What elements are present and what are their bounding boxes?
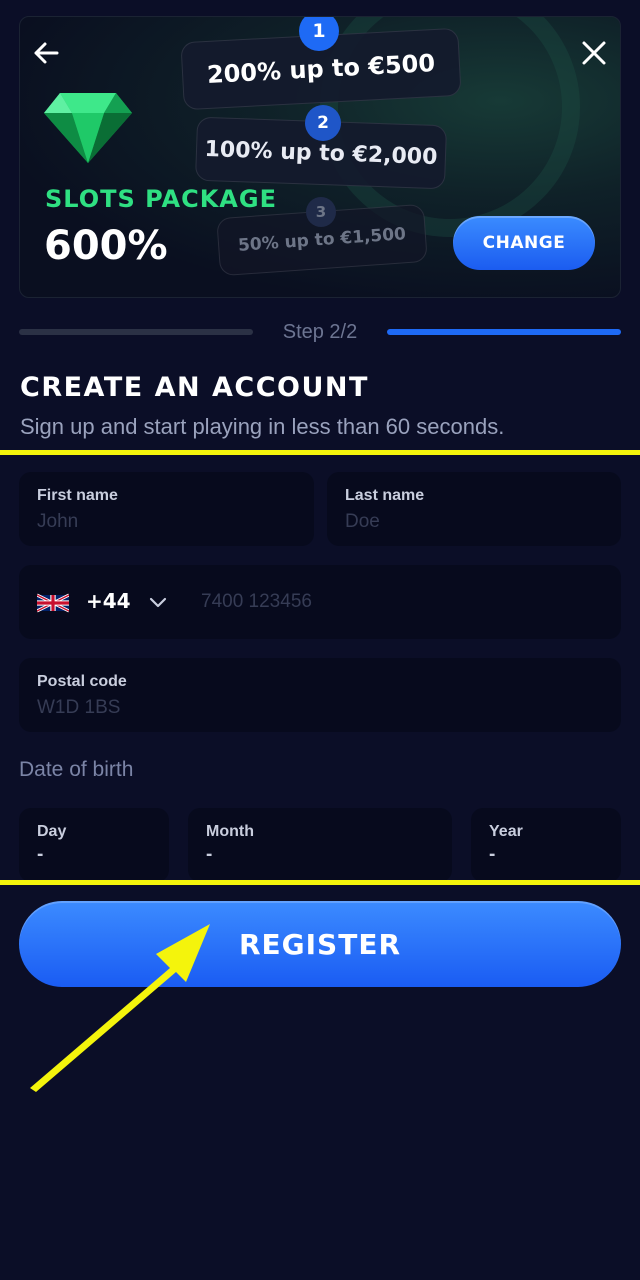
dob-month-value: - bbox=[206, 844, 213, 865]
first-name-field[interactable]: First name John bbox=[19, 472, 314, 546]
country-dial-code[interactable]: +44 bbox=[86, 589, 131, 613]
offer-step-badge-2: 2 bbox=[305, 105, 341, 141]
package-name: SLOTS PACKAGE bbox=[45, 185, 277, 213]
offer-step-badge-3: 3 bbox=[306, 197, 336, 227]
uk-flag-icon bbox=[37, 593, 69, 613]
page-title: CREATE AN ACCOUNT bbox=[20, 372, 369, 403]
first-name-input[interactable]: John bbox=[37, 511, 78, 533]
dob-month-select[interactable]: Month - bbox=[188, 808, 452, 882]
dob-day-label: Day bbox=[37, 823, 67, 840]
offer-tier-1-text: 200% up to €500 bbox=[206, 49, 436, 89]
close-icon bbox=[582, 41, 606, 65]
last-name-label: Last name bbox=[345, 487, 425, 504]
postal-code-field[interactable]: Postal code W1D 1BS bbox=[19, 658, 621, 732]
dob-month-label: Month bbox=[206, 823, 254, 840]
close-button[interactable] bbox=[576, 35, 612, 71]
step-indicator: Step 2/2 bbox=[282, 321, 358, 343]
progress-bar-step-1 bbox=[19, 329, 253, 335]
postal-code-label: Postal code bbox=[37, 673, 127, 690]
postal-code-input[interactable]: W1D 1BS bbox=[37, 697, 120, 719]
offer-tier-2-text: 100% up to €2,000 bbox=[204, 136, 438, 170]
promo-banner: 200% up to €500 100% up to €2,000 50% up… bbox=[19, 16, 621, 298]
package-percent: 600% bbox=[44, 223, 168, 269]
dob-year-value: - bbox=[489, 844, 496, 865]
highlight-line-top bbox=[0, 450, 640, 455]
step-progress: Step 2/2 bbox=[19, 318, 621, 348]
dob-year-label: Year bbox=[489, 823, 523, 840]
chevron-down-icon[interactable] bbox=[147, 591, 169, 613]
page-subtitle: Sign up and start playing in less than 6… bbox=[20, 414, 505, 439]
offer-tier-3-text: 50% up to €1,500 bbox=[237, 224, 407, 256]
dob-day-select[interactable]: Day - bbox=[19, 808, 169, 882]
phone-number-input[interactable]: 7400 123456 bbox=[201, 591, 312, 613]
last-name-input[interactable]: Doe bbox=[345, 511, 380, 533]
register-button[interactable]: REGISTER bbox=[19, 901, 621, 987]
last-name-field[interactable]: Last name Doe bbox=[327, 472, 621, 546]
date-of-birth-label: Date of birth bbox=[19, 758, 134, 781]
first-name-label: First name bbox=[37, 487, 118, 504]
dob-day-value: - bbox=[37, 844, 44, 865]
change-package-button[interactable]: CHANGE bbox=[453, 216, 595, 270]
emerald-gem-icon bbox=[44, 93, 132, 163]
back-button[interactable] bbox=[28, 35, 64, 71]
highlight-line-bottom bbox=[0, 880, 640, 885]
arrow-left-icon bbox=[34, 42, 59, 64]
phone-field[interactable]: +44 7400 123456 bbox=[19, 565, 621, 639]
dob-year-select[interactable]: Year - bbox=[471, 808, 621, 882]
progress-bar-step-2 bbox=[387, 329, 621, 335]
